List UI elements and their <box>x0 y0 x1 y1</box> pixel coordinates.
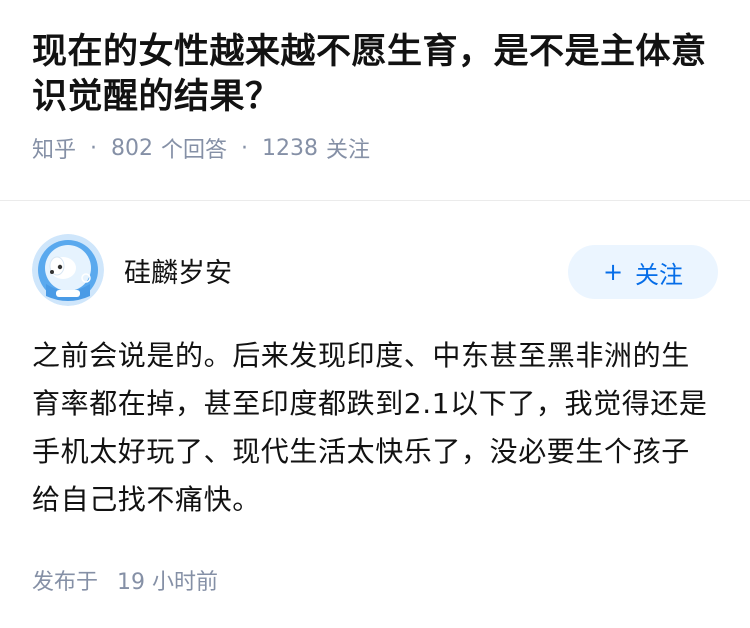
plus-icon: + <box>602 258 624 286</box>
source-label[interactable]: 知乎 <box>32 132 76 164</box>
author-row: 硅麟岁安 + 关注 <box>0 234 750 306</box>
meta-separator: · <box>241 135 249 161</box>
question-header: 现在的女性越来越不愿生育，是不是主体意识觉醒的结果？ 知乎 · 802 个回答 … <box>0 0 750 172</box>
answers-label: 个回答 <box>161 138 228 163</box>
author-name[interactable]: 硅麟岁安 <box>124 251 568 290</box>
answers-count: 802 <box>111 135 154 161</box>
answer-footer: 发布于 19 小时前 <box>0 564 750 596</box>
question-meta: 知乎 · 802 个回答 · 1238 关注 <box>32 132 718 164</box>
meta-separator: · <box>90 135 98 161</box>
follows-label: 关注 <box>326 138 371 163</box>
published-label: 发布于 <box>32 570 99 595</box>
follow-button[interactable]: + 关注 <box>568 245 718 299</box>
section-divider <box>0 200 750 201</box>
follow-button-label: 关注 <box>635 260 684 289</box>
follows-count: 1238 <box>262 135 319 161</box>
answer-content: 之前会说是的。后来发现印度、中东甚至黑非洲的生育率都在掉，甚至印度都跌到2.1以… <box>32 339 708 516</box>
published-time: 19 小时前 <box>117 570 219 595</box>
question-title[interactable]: 现在的女性越来越不愿生育，是不是主体意识觉醒的结果？ <box>32 30 718 120</box>
astronaut-dog-avatar-icon[interactable] <box>32 234 104 306</box>
